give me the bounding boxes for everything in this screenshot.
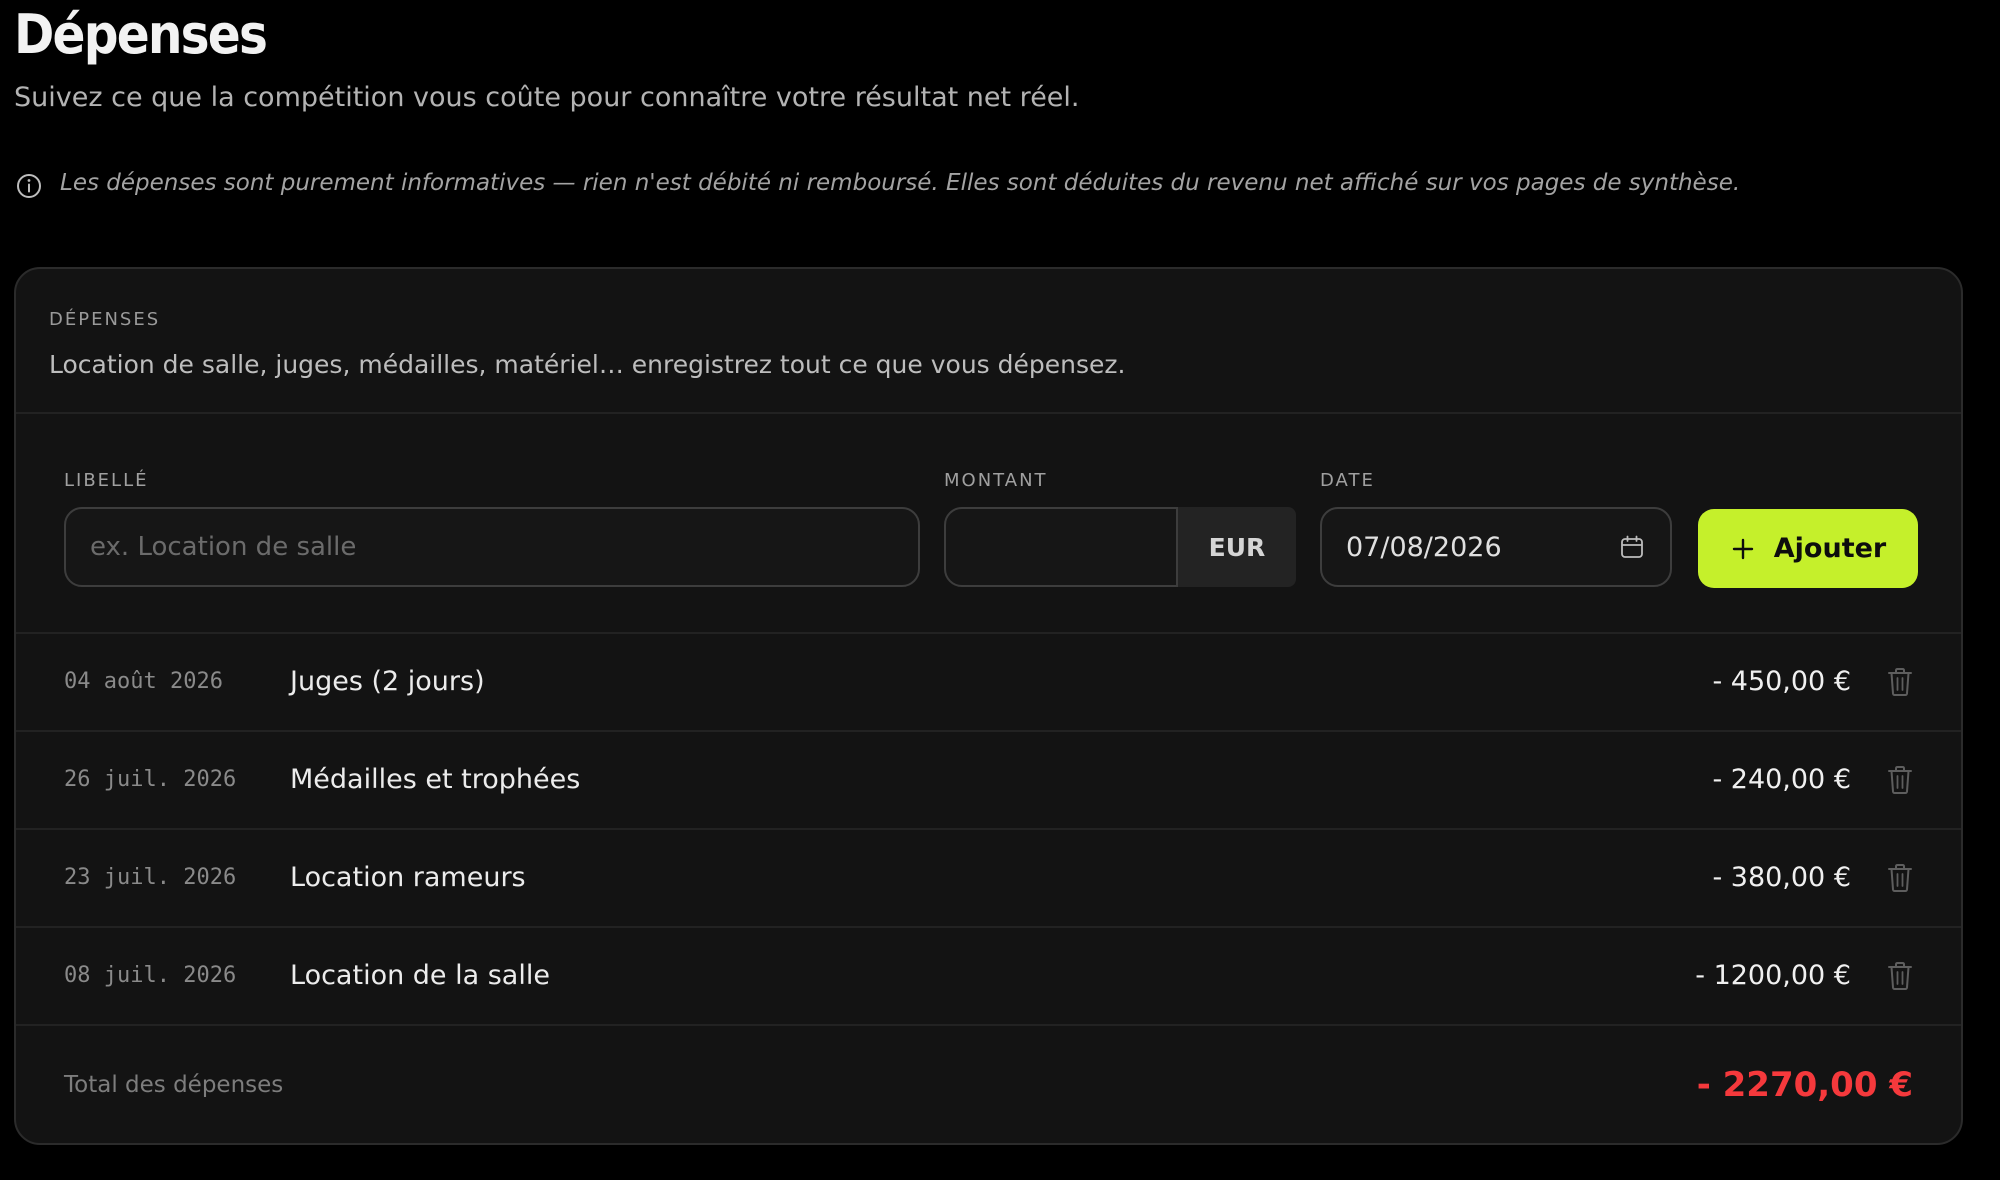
- expense-amount: - 380,00 €: [1712, 862, 1851, 893]
- info-notice: Les dépenses sont purement informatives …: [14, 163, 1740, 203]
- expense-label: Médailles et trophées: [290, 764, 581, 795]
- total-label: Total des dépenses: [64, 1072, 284, 1098]
- currency-addon: EUR: [1178, 507, 1296, 587]
- expense-date: 04 août 2026: [64, 669, 223, 694]
- expense-date: 08 juil. 2026: [64, 963, 237, 988]
- expense-label: Location de la salle: [290, 960, 550, 991]
- card-description: Location de salle, juges, médailles, mat…: [49, 350, 1126, 379]
- montant-input[interactable]: [944, 507, 1178, 587]
- add-button[interactable]: Ajouter: [1698, 509, 1918, 588]
- libelle-input[interactable]: [64, 507, 920, 587]
- montant-group: EUR: [944, 507, 1296, 587]
- expense-row: 08 juil. 2026 Location de la salle - 120…: [16, 928, 1961, 1026]
- libelle-label: LIBELLÉ: [64, 470, 149, 491]
- expense-row: 23 juil. 2026 Location rameurs - 380,00 …: [16, 830, 1961, 928]
- calendar-icon[interactable]: [1618, 533, 1646, 561]
- info-circle-icon: [14, 171, 44, 201]
- total-value: - 2270,00 €: [1696, 1065, 1913, 1105]
- card-eyebrow: DÉPENSES: [49, 309, 161, 330]
- trash-icon[interactable]: [1884, 862, 1916, 894]
- add-button-label: Ajouter: [1773, 533, 1887, 564]
- expense-row: 26 juil. 2026 Médailles et trophées - 24…: [16, 732, 1961, 830]
- date-input[interactable]: 07/08/2026: [1320, 507, 1672, 587]
- expense-amount: - 240,00 €: [1712, 764, 1851, 795]
- trash-icon[interactable]: [1884, 764, 1916, 796]
- date-label: DATE: [1320, 470, 1375, 491]
- card-header: DÉPENSES Location de salle, juges, médai…: [16, 269, 1961, 414]
- expense-row: 04 août 2026 Juges (2 jours) - 450,00 €: [16, 634, 1961, 732]
- expense-date: 26 juil. 2026: [64, 767, 237, 792]
- total-row: Total des dépenses - 2270,00 €: [16, 1026, 1961, 1143]
- trash-icon[interactable]: [1884, 960, 1916, 992]
- expense-label: Location rameurs: [290, 862, 526, 893]
- info-text: Les dépenses sont purement informatives …: [60, 170, 1741, 196]
- expense-label: Juges (2 jours): [290, 666, 485, 697]
- add-expense-form: LIBELLÉ MONTANT EUR DATE 07/08/2026: [16, 414, 1961, 634]
- plus-icon: [1730, 536, 1756, 562]
- expense-amount: - 450,00 €: [1712, 666, 1851, 697]
- trash-icon[interactable]: [1884, 666, 1916, 698]
- page-title: Dépenses: [14, 3, 268, 66]
- expense-date: 23 juil. 2026: [64, 865, 237, 890]
- page-subtitle: Suivez ce que la compétition vous coûte …: [14, 82, 1080, 113]
- date-value: 07/08/2026: [1346, 531, 1502, 563]
- montant-label: MONTANT: [944, 470, 1048, 491]
- expenses-card: DÉPENSES Location de salle, juges, médai…: [14, 267, 1963, 1145]
- expense-amount: - 1200,00 €: [1695, 960, 1851, 991]
